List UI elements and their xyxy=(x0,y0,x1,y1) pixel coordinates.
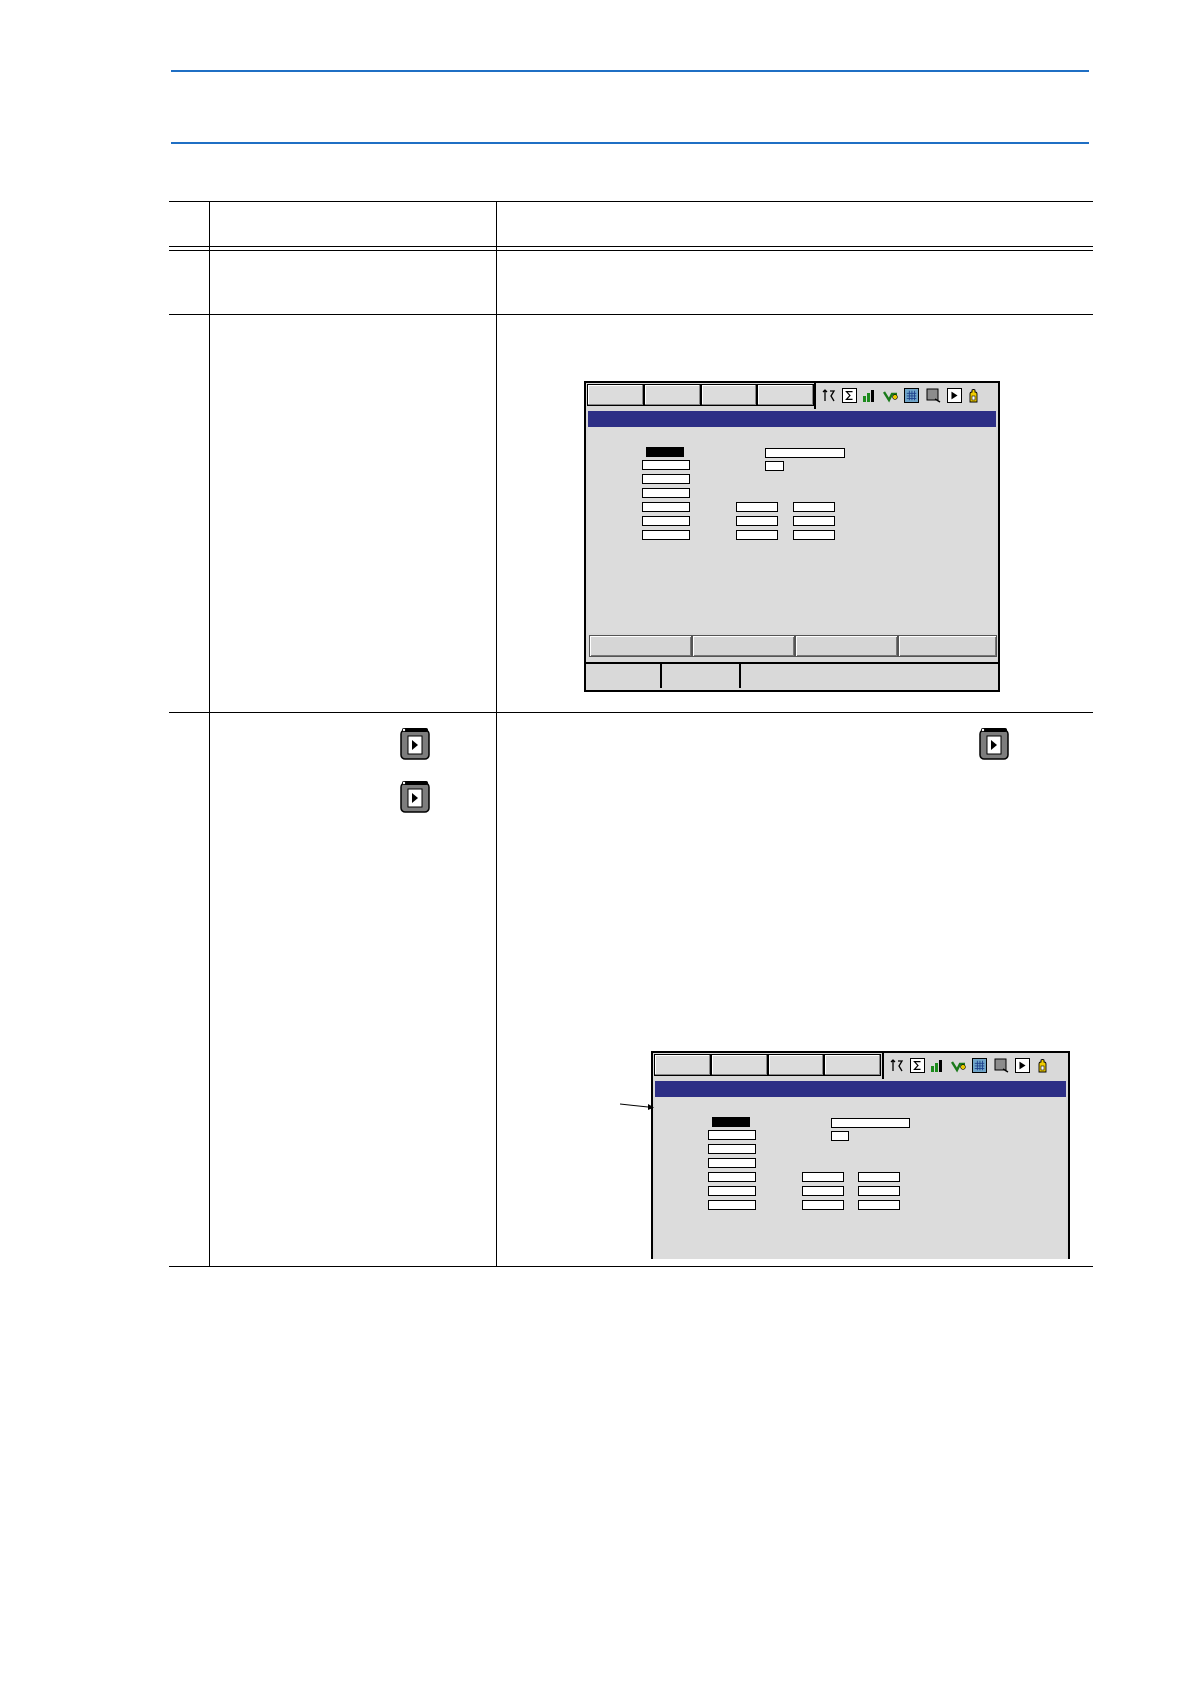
input-field[interactable] xyxy=(708,1130,756,1140)
page-icon xyxy=(1015,1058,1030,1073)
input-field[interactable] xyxy=(858,1200,900,1210)
header-rule-bottom xyxy=(171,142,1089,144)
status-icon-bar xyxy=(814,383,998,409)
input-field[interactable] xyxy=(642,474,690,484)
input-field[interactable] xyxy=(708,1186,756,1196)
screen-title-bar xyxy=(588,411,996,427)
input-field[interactable] xyxy=(793,502,835,512)
level-icon xyxy=(931,1060,942,1072)
input-field[interactable] xyxy=(642,530,690,540)
input-field[interactable] xyxy=(858,1186,900,1196)
page-key-icon xyxy=(979,728,1009,760)
coordinate-icon xyxy=(822,389,836,402)
function-button[interactable] xyxy=(589,635,692,657)
input-field[interactable] xyxy=(765,461,784,471)
status-icon-bar xyxy=(882,1053,1068,1079)
pendant-screen-1 xyxy=(584,381,1000,692)
status-bar xyxy=(586,662,998,690)
input-field[interactable] xyxy=(642,460,690,470)
input-field[interactable] xyxy=(802,1186,844,1196)
coordinate-icon xyxy=(890,1059,904,1072)
status-cell xyxy=(662,664,741,688)
input-field[interactable] xyxy=(708,1144,756,1154)
sigma-icon xyxy=(842,388,857,403)
input-field[interactable] xyxy=(708,1158,756,1168)
table-bottom-rule xyxy=(169,1266,1093,1267)
page-key-icon xyxy=(400,728,430,760)
table-column-divider-2 xyxy=(496,201,497,1267)
page-icon xyxy=(947,388,962,403)
function-button[interactable] xyxy=(898,635,997,657)
menu-tab[interactable] xyxy=(711,1054,768,1076)
input-field[interactable] xyxy=(858,1172,900,1182)
table-header-rule-a xyxy=(169,246,1093,247)
page-key-icon xyxy=(400,781,430,813)
callout-arrow-icon xyxy=(620,1103,654,1110)
input-field[interactable] xyxy=(642,516,690,526)
menu-bar xyxy=(586,383,998,409)
grid-icon xyxy=(972,1058,987,1073)
table-row-divider-2 xyxy=(169,712,1093,713)
input-field[interactable] xyxy=(831,1118,910,1128)
input-field[interactable] xyxy=(831,1131,849,1141)
input-field[interactable] xyxy=(736,530,778,540)
sigma-icon xyxy=(910,1058,925,1073)
selected-field[interactable] xyxy=(712,1117,750,1127)
pendant-screen-2 xyxy=(651,1051,1070,1259)
table-top-rule xyxy=(169,201,1093,202)
menu-tab[interactable] xyxy=(654,1054,711,1076)
menu-bar xyxy=(653,1053,1068,1079)
status-cell xyxy=(586,664,662,688)
input-field[interactable] xyxy=(708,1200,756,1210)
tool-icon xyxy=(883,391,898,403)
input-field[interactable] xyxy=(736,502,778,512)
hand-icon xyxy=(1038,1059,1047,1073)
menu-tab[interactable] xyxy=(587,384,644,406)
input-field[interactable] xyxy=(736,516,778,526)
input-field[interactable] xyxy=(765,448,845,458)
menu-tab[interactable] xyxy=(824,1054,881,1076)
input-field[interactable] xyxy=(802,1200,844,1210)
input-field[interactable] xyxy=(793,530,835,540)
input-field[interactable] xyxy=(642,502,690,512)
header-rule-top xyxy=(171,70,1089,72)
display-icon xyxy=(994,1058,1009,1073)
menu-tab[interactable] xyxy=(768,1054,824,1076)
input-field[interactable] xyxy=(642,488,690,498)
table-header-rule-b xyxy=(169,250,1093,251)
tool-icon xyxy=(951,1061,966,1073)
screen-title-bar xyxy=(655,1081,1066,1097)
input-field[interactable] xyxy=(708,1172,756,1182)
screen-content xyxy=(655,1097,1066,1259)
table-row-divider-1 xyxy=(169,314,1093,315)
function-button[interactable] xyxy=(692,635,795,657)
table-column-divider-1 xyxy=(209,201,210,1267)
menu-tab[interactable] xyxy=(701,384,757,406)
selected-field[interactable] xyxy=(646,447,684,457)
menu-tab[interactable] xyxy=(644,384,701,406)
screen-content xyxy=(588,427,996,633)
grid-icon xyxy=(904,388,919,403)
hand-icon xyxy=(969,389,978,403)
menu-tab[interactable] xyxy=(757,384,814,406)
display-icon xyxy=(926,388,941,403)
function-button[interactable] xyxy=(795,635,898,657)
level-icon xyxy=(863,390,874,402)
input-field[interactable] xyxy=(793,516,835,526)
input-field[interactable] xyxy=(802,1172,844,1182)
